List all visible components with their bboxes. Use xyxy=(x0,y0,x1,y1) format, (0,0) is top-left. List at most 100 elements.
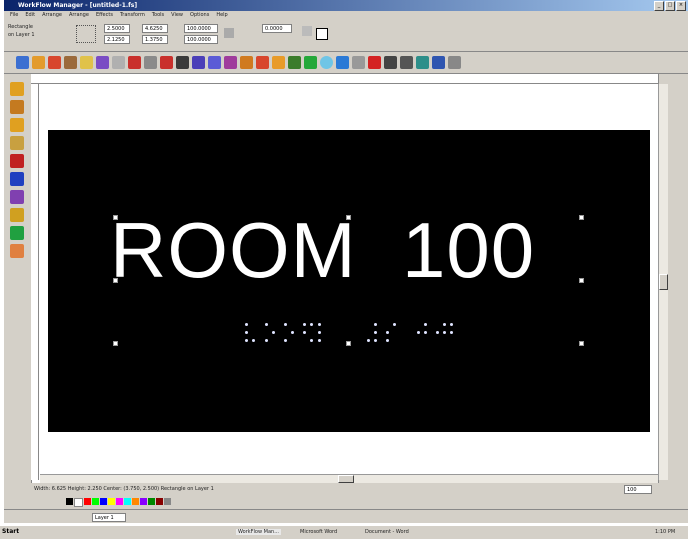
zoom-icon[interactable] xyxy=(176,56,189,69)
export-icon[interactable] xyxy=(80,56,93,69)
menu-tools[interactable]: Tools xyxy=(152,11,164,20)
menu-effects[interactable]: Effects xyxy=(96,11,113,20)
node-icon[interactable] xyxy=(384,56,397,69)
selection-handle[interactable] xyxy=(113,215,118,220)
braille-dot xyxy=(367,339,370,342)
transform-icon[interactable] xyxy=(160,56,173,69)
color-swatch[interactable] xyxy=(100,498,107,505)
selection-handle[interactable] xyxy=(579,341,584,346)
taskbar-item[interactable]: Microsoft Word xyxy=(300,529,337,535)
measure-icon[interactable] xyxy=(432,56,445,69)
shape-icon[interactable] xyxy=(224,56,237,69)
start-button[interactable]: Start xyxy=(2,528,19,535)
x-position-field[interactable]: 2.5000 xyxy=(104,24,130,33)
cut-icon[interactable] xyxy=(112,56,125,69)
close-button[interactable]: × xyxy=(676,1,686,11)
selection-handle[interactable] xyxy=(346,215,351,220)
braille-dot xyxy=(374,323,377,326)
taskbar-item[interactable]: WorkFlow Man... xyxy=(236,529,281,535)
paint-icon[interactable] xyxy=(240,56,253,69)
selection-handle[interactable] xyxy=(579,278,584,283)
new-icon[interactable] xyxy=(16,56,29,69)
effect-tool-icon[interactable] xyxy=(10,190,24,204)
color-swatch[interactable] xyxy=(116,498,123,505)
y-position-field[interactable]: 2.1250 xyxy=(104,35,130,44)
braille-dot xyxy=(417,331,420,334)
color-swatch[interactable] xyxy=(164,498,171,505)
undo-icon[interactable] xyxy=(128,56,141,69)
color-swatch[interactable] xyxy=(156,498,163,505)
bitmap-icon[interactable] xyxy=(192,56,205,69)
vertical-scroll-thumb[interactable] xyxy=(659,274,668,290)
color-swatch[interactable] xyxy=(148,498,155,505)
align-icon[interactable] xyxy=(416,56,429,69)
selection-handle[interactable] xyxy=(113,278,118,283)
sign-icon[interactable] xyxy=(272,56,285,69)
selection-handle[interactable] xyxy=(579,215,584,220)
zoom-tool-icon[interactable] xyxy=(10,136,24,150)
menu-help[interactable]: Help xyxy=(216,11,227,20)
node-tool-icon[interactable] xyxy=(10,100,24,114)
window-title-bar: WorkFlow Manager - [untitled-1.fs] xyxy=(4,0,688,11)
menu-arrange-2[interactable]: Arrange xyxy=(69,11,89,20)
cut-job-icon[interactable] xyxy=(336,56,349,69)
color-swatch[interactable] xyxy=(124,498,131,505)
rotate-icon[interactable] xyxy=(302,26,312,36)
braille-dot xyxy=(374,331,377,334)
outline-icon[interactable] xyxy=(316,28,328,40)
maximize-button[interactable]: □ xyxy=(665,1,675,11)
menu-edit[interactable]: Edit xyxy=(25,11,35,20)
scale-y-field[interactable]: 100.0000 xyxy=(184,35,218,44)
brush-tool-icon[interactable] xyxy=(10,226,24,240)
color-swatch[interactable] xyxy=(74,498,83,507)
minimize-button[interactable]: _ xyxy=(654,1,664,11)
sign-text[interactable]: ROOM 100 xyxy=(110,205,600,295)
vertical-scrollbar[interactable] xyxy=(658,84,668,480)
open-icon[interactable] xyxy=(32,56,45,69)
color-swatch[interactable] xyxy=(66,498,73,505)
text-icon[interactable] xyxy=(208,56,221,69)
scale-x-field[interactable]: 100.0000 xyxy=(184,24,218,33)
plot-icon[interactable] xyxy=(352,56,365,69)
delete-icon[interactable] xyxy=(368,56,381,69)
settings-icon[interactable] xyxy=(448,56,461,69)
import-icon[interactable] xyxy=(64,56,77,69)
eyedropper-tool-icon[interactable] xyxy=(10,244,24,258)
color-swatch[interactable] xyxy=(132,498,139,505)
color-swatch[interactable] xyxy=(92,498,99,505)
pen-tool-icon[interactable] xyxy=(10,208,24,222)
color-swatch[interactable] xyxy=(108,498,115,505)
horizontal-scrollbar[interactable] xyxy=(40,474,658,483)
menu-file[interactable]: File xyxy=(10,11,18,20)
color-icon[interactable] xyxy=(304,56,317,69)
lock-ratio-icon[interactable] xyxy=(224,28,234,38)
height-field[interactable]: 1.3750 xyxy=(142,35,168,44)
layers-icon[interactable] xyxy=(288,56,301,69)
shape-tool-icon[interactable] xyxy=(10,154,24,168)
menu-options[interactable]: Options xyxy=(190,11,209,20)
width-field[interactable]: 4.6250 xyxy=(142,24,168,33)
text-tool-icon[interactable] xyxy=(10,118,24,132)
taskbar-item[interactable]: Document - Word xyxy=(365,529,409,535)
braille-dot xyxy=(284,339,287,342)
zoom-field[interactable]: 100 xyxy=(624,485,652,494)
color-swatch[interactable] xyxy=(84,498,91,505)
redo-icon[interactable] xyxy=(144,56,157,69)
save-icon[interactable] xyxy=(48,56,61,69)
pick-tool-icon[interactable] xyxy=(10,82,24,96)
horizontal-ruler xyxy=(31,74,662,84)
menu-transform[interactable]: Transform xyxy=(120,11,145,20)
layer-selector[interactable]: Layer 1 xyxy=(92,513,126,522)
circle-icon[interactable] xyxy=(320,56,333,69)
selection-handle[interactable] xyxy=(346,341,351,346)
horizontal-scroll-thumb[interactable] xyxy=(338,475,354,483)
selection-handle[interactable] xyxy=(113,341,118,346)
weed-icon[interactable] xyxy=(256,56,269,69)
print-icon[interactable] xyxy=(96,56,109,69)
color-swatch[interactable] xyxy=(140,498,147,505)
menu-view[interactable]: View xyxy=(171,11,183,20)
arrow-icon[interactable] xyxy=(400,56,413,69)
angle-field[interactable]: 0.0000 xyxy=(262,24,292,33)
fill-tool-icon[interactable] xyxy=(10,172,24,186)
menu-arrange-1[interactable]: Arrange xyxy=(42,11,62,20)
